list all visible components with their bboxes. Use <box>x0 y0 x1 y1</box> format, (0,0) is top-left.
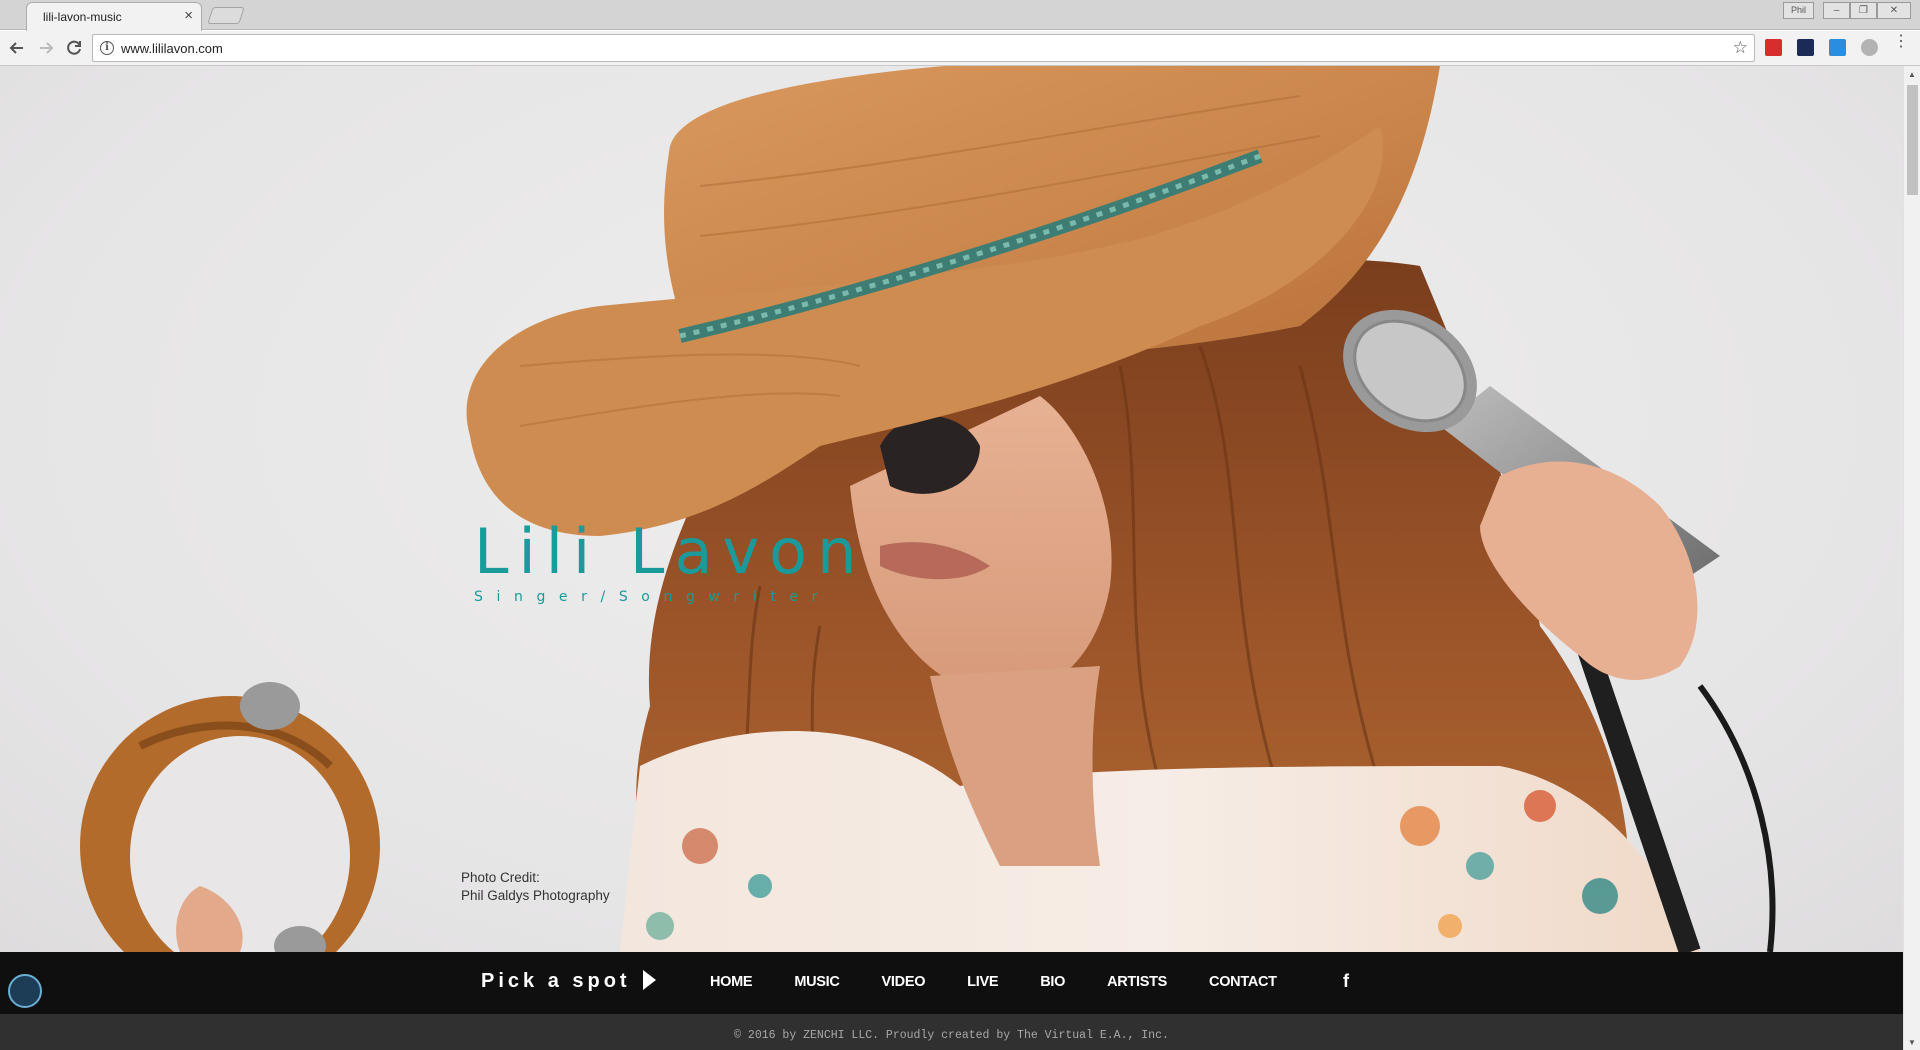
url-text[interactable]: www.lililavon.com <box>121 41 223 56</box>
nav-live[interactable]: LIVE <box>967 974 998 990</box>
nav-music[interactable]: MUSIC <box>794 974 840 990</box>
chat-icon[interactable] <box>8 974 42 1008</box>
pick-a-spot-label: Pick a spot <box>481 970 631 992</box>
nav-contact[interactable]: CONTACT <box>1209 974 1277 990</box>
tab-strip: lili-lavon-music × Phil – ❐ ✕ <box>0 0 1920 31</box>
play-arrow-icon <box>643 970 656 990</box>
scrollbar-thumb[interactable] <box>1907 85 1918 195</box>
site-navbar: Pick a spot HOME MUSIC VIDEO LIVE BIO AR… <box>0 952 1903 1014</box>
new-tab-button[interactable] <box>207 7 245 24</box>
minimize-button[interactable]: – <box>1823 2 1850 19</box>
nav-home[interactable]: HOME <box>710 974 753 990</box>
profile-button[interactable]: Phil <box>1783 2 1814 19</box>
info-icon[interactable]: i <box>100 41 114 55</box>
close-window-button[interactable]: ✕ <box>1877 2 1911 19</box>
nav-bio[interactable]: BIO <box>1040 974 1065 990</box>
page-scrollbar[interactable]: ▲ ▼ <box>1903 66 1920 1050</box>
star-icon[interactable]: ☆ <box>1733 38 1748 58</box>
footer-copyright: © 2016 by ZENCHI LLC. Proudly created by… <box>734 1029 1169 1042</box>
photo-credit-name: Phil Galdys Photography <box>461 888 610 903</box>
download-extension-icon[interactable] <box>1829 39 1846 56</box>
facebook-icon[interactable]: f <box>1343 971 1349 992</box>
close-tab-icon[interactable]: × <box>184 7 193 24</box>
nav-artists[interactable]: ARTISTS <box>1107 974 1167 990</box>
reload-icon[interactable] <box>63 37 85 59</box>
extension-icon[interactable] <box>1765 39 1782 56</box>
browser-toolbar: i www.lililavon.com ☆ ⋮ <box>0 31 1920 66</box>
photo-credit: Photo Credit: Phil Galdys Photography <box>461 869 610 905</box>
menu-icon[interactable]: ⋮ <box>1893 34 1909 50</box>
maximize-button[interactable]: ❐ <box>1850 2 1877 19</box>
page-viewport: Lili Lavon Singer/Songwriter Photo Credi… <box>0 66 1903 1050</box>
hero-section: Lili Lavon Singer/Songwriter Photo Credi… <box>0 66 1903 952</box>
artist-tagline: Singer/Songwriter <box>474 589 831 605</box>
main-menu: HOME MUSIC VIDEO LIVE BIO ARTISTS CONTAC… <box>710 974 1319 990</box>
bookmark-extension-icon[interactable] <box>1797 39 1814 56</box>
forward-arrow-icon[interactable] <box>35 37 57 59</box>
artist-name: Lili Lavon <box>474 515 867 588</box>
photo-credit-label: Photo Credit: <box>461 870 540 885</box>
artist-brand: Lili Lavon Singer/Songwriter <box>474 515 867 606</box>
scroll-down-arrow-icon[interactable]: ▼ <box>1908 1038 1916 1047</box>
back-arrow-icon[interactable] <box>6 37 28 59</box>
hero-photo <box>80 66 1776 952</box>
browser-tab[interactable]: lili-lavon-music × <box>26 2 202 31</box>
address-bar[interactable]: i www.lililavon.com ☆ <box>92 34 1755 62</box>
site-footer: © 2016 by ZENCHI LLC. Proudly created by… <box>0 1014 1903 1050</box>
nav-video[interactable]: VIDEO <box>882 974 926 990</box>
tab-title: lili-lavon-music <box>43 10 122 24</box>
scroll-up-arrow-icon[interactable]: ▲ <box>1908 70 1916 79</box>
settings-extension-icon[interactable] <box>1861 39 1878 56</box>
